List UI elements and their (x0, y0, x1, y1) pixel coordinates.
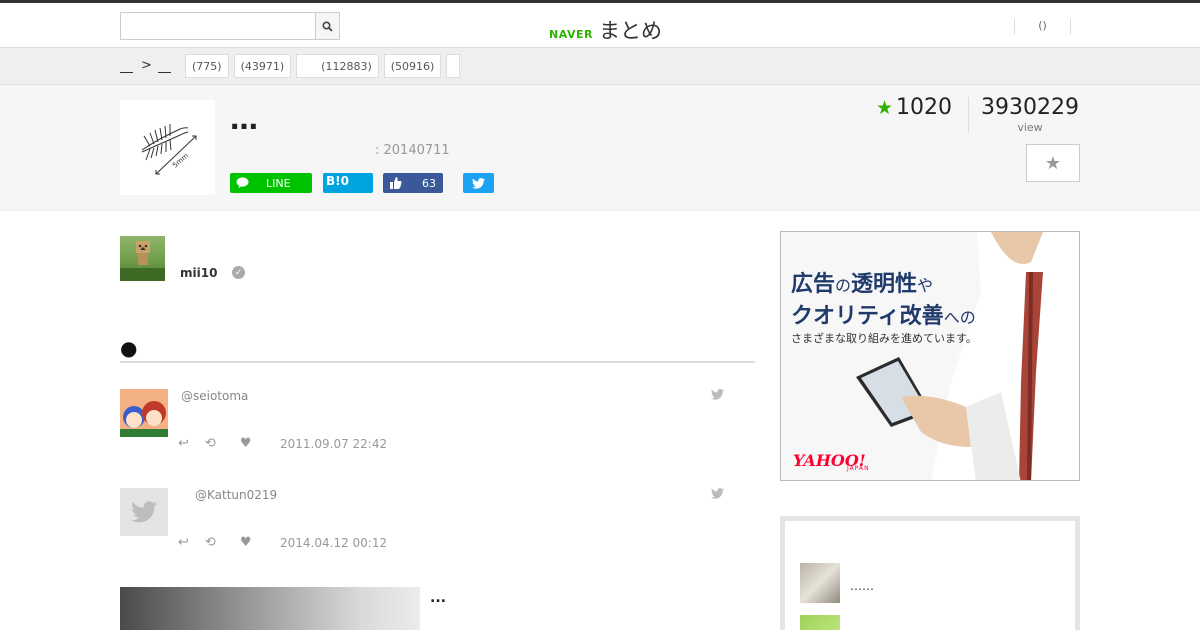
naver-matome-logo[interactable]: NAVER まとめ (549, 15, 662, 45)
default-twitter-avatar-icon (131, 501, 157, 523)
section-bullet: ● (120, 336, 138, 360)
search-icon (322, 20, 333, 32)
verified-icon: ✓ (232, 266, 245, 279)
search-box (120, 12, 340, 40)
favorite-count-value: 1020 (896, 95, 953, 120)
article-thumbnail: 5mm (120, 100, 215, 195)
twitter-bird-icon (472, 177, 485, 189)
related-thumbnail[interactable] (800, 563, 840, 603)
category-tags: (775) (43971) (112883) (50916) (185, 54, 461, 78)
item-title[interactable]: ... (430, 590, 446, 606)
category-tag[interactable]: (50916) (383, 54, 442, 78)
view-label: view (1017, 121, 1043, 134)
logo-matome: まとめ (598, 19, 662, 43)
related-thumbnail[interactable] (800, 615, 840, 630)
breadcrumb-item-2[interactable] (157, 59, 171, 73)
tweet-date[interactable]: 2011.09.07 22:42 (280, 437, 387, 451)
tweet-username[interactable]: @Kattun0219 (195, 488, 277, 502)
tweet-actions: ↩ ⟲ ♥ (178, 535, 251, 550)
retweet-icon[interactable]: ⟲ (205, 535, 216, 550)
svg-text:5mm: 5mm (171, 152, 190, 170)
ad-headline-2: クオリティ改善への (791, 304, 976, 329)
heart-icon[interactable]: ♥ (240, 436, 252, 451)
heart-icon[interactable]: ♥ (240, 535, 252, 550)
twitter-bird-icon[interactable] (711, 389, 724, 404)
tweet-avatar[interactable] (120, 389, 168, 437)
ad-headline-1: 広告の透明性や (791, 272, 934, 297)
search-button[interactable] (315, 13, 339, 39)
danboard-avatar-image (120, 241, 165, 281)
breadcrumb: > (120, 58, 171, 73)
page-title: … (230, 103, 260, 136)
sidebar-ad-banner[interactable]: 広告の透明性や クオリティ改善への さまざまな取り組みを進めています。 YAHO… (780, 231, 1080, 481)
tweet-avatar[interactable] (120, 488, 168, 536)
reply-icon[interactable]: ↩ (178, 535, 189, 550)
author-name[interactable]: mii10 (180, 266, 217, 280)
star-icon: ★ (876, 96, 894, 119)
logo-naver: NAVER (549, 28, 593, 41)
tweet-username[interactable]: @seiotoma (181, 389, 248, 403)
top-navigation: NAVER まとめ () (0, 0, 1200, 48)
category-tag[interactable]: (112883) (296, 54, 379, 78)
centipede-sketch-image: 5mm (141, 124, 197, 175)
anime-avatar-image (120, 389, 168, 437)
stats-divider (968, 97, 969, 133)
section-heading: ● (120, 336, 755, 363)
related-title[interactable]: …… (850, 579, 874, 593)
author-avatar[interactable] (120, 236, 165, 281)
thumbs-up-icon (390, 177, 402, 189)
star-icon: ★ (1044, 152, 1062, 174)
hatena-bookmark-label: B!0 (326, 174, 349, 188)
hatena-bookmark-button[interactable]: B!0 (323, 173, 373, 193)
retweet-icon[interactable]: ⟲ (205, 436, 216, 451)
line-share-label: LINE (266, 176, 291, 190)
tweet-date[interactable]: 2014.04.12 00:12 (280, 536, 387, 550)
yahoo-japan-logo-sub: JAPAN (847, 465, 870, 472)
category-bar: > (775) (43971) (112883) (50916) (0, 48, 1200, 85)
breadcrumb-separator: > (141, 58, 152, 73)
line-share-button[interactable]: LINE (230, 173, 312, 193)
view-count: 3930229 (981, 95, 1079, 120)
twitter-share-button[interactable] (463, 173, 494, 193)
category-tag[interactable]: (43971) (233, 54, 292, 78)
facebook-like-button[interactable]: 63 (383, 173, 443, 193)
tweet-actions: ↩ ⟲ ♥ (178, 436, 251, 451)
twitter-bird-icon[interactable] (711, 488, 724, 503)
category-tag[interactable]: (775) (185, 54, 229, 78)
search-input[interactable] (121, 13, 315, 39)
breadcrumb-item-1[interactable] (120, 59, 133, 73)
category-tag[interactable] (446, 54, 461, 78)
publish-date: : 20140711 (375, 143, 450, 158)
favorite-count: ★ 1020 (876, 95, 952, 120)
facebook-like-count: 63 (422, 176, 436, 190)
related-matome-box: …… (780, 516, 1080, 630)
item-image[interactable] (120, 587, 420, 630)
user-link[interactable]: () (1014, 19, 1071, 35)
article-header: 5mm … : 20140711 LINE B!0 63 ★ 1020 3930… (0, 85, 1200, 211)
ad-subtext: さまざまな取り組みを進めています。 (791, 332, 977, 345)
line-icon (236, 177, 249, 188)
reply-icon[interactable]: ↩ (178, 436, 189, 451)
add-favorite-button[interactable]: ★ (1026, 144, 1080, 182)
